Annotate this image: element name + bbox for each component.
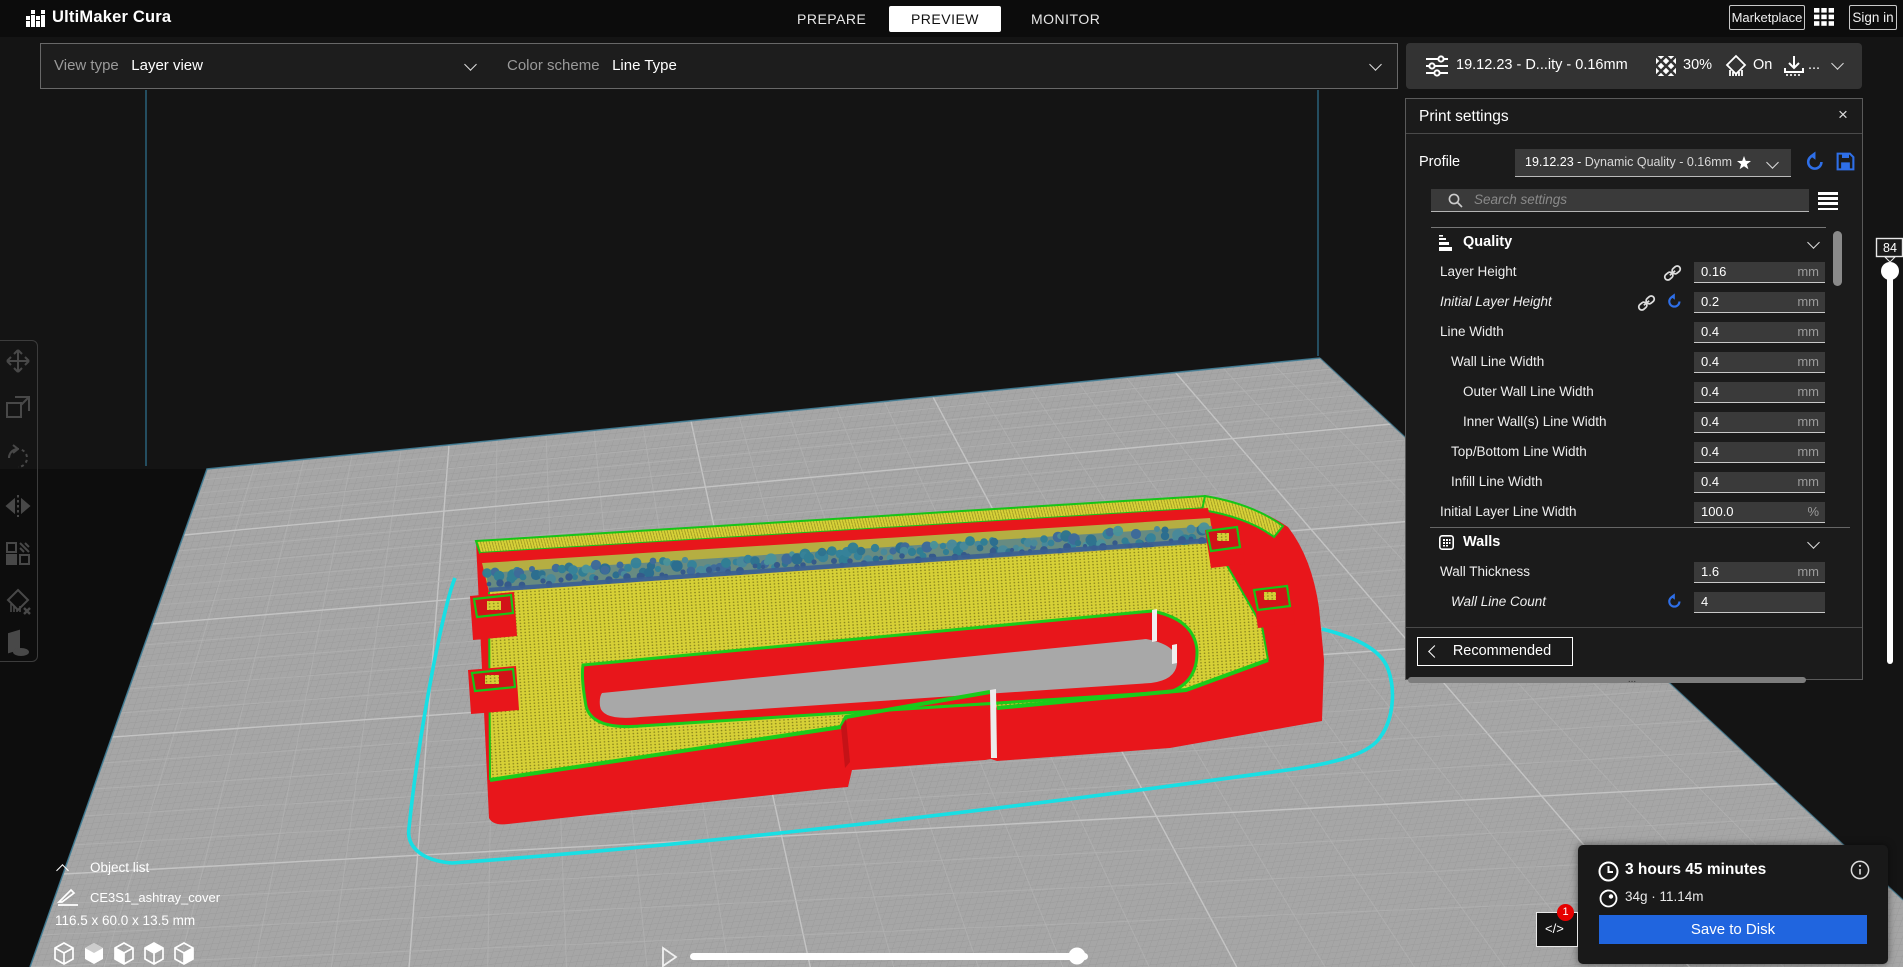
- svg-text:84: 84: [1883, 241, 1897, 255]
